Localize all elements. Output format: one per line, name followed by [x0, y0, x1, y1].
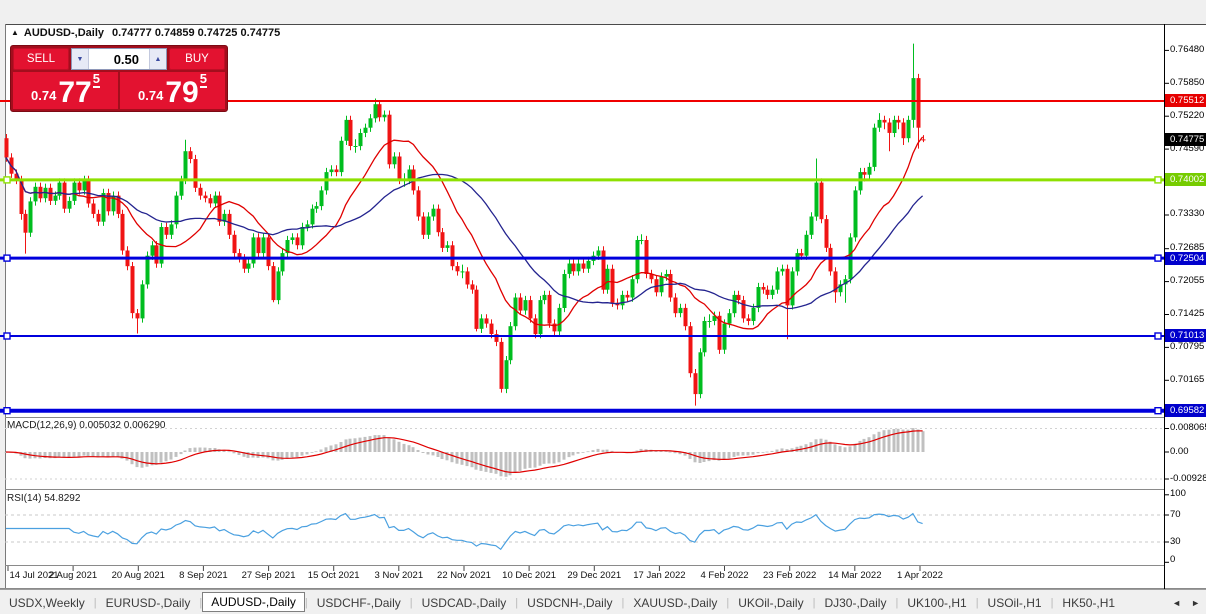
date-tick-label: 20 Aug 2021 [111, 570, 165, 581]
price-level-box: 0.72504 [1165, 251, 1206, 265]
date-tick-label: 4 Feb 2022 [700, 570, 749, 581]
price-tick-label: 0.70795 [1170, 340, 1205, 352]
buy-price-pip: 5 [199, 71, 207, 89]
tab-scroll-left-icon[interactable]: ◄ [1172, 598, 1181, 608]
chart-tab-dj30-daily[interactable]: DJ30-,Daily [815, 594, 895, 612]
chart-tab-usoil-h1[interactable]: USOil-,H1 [979, 594, 1051, 612]
buy-button[interactable]: BUY [169, 48, 225, 70]
price-tick-label: 0.72055 [1170, 275, 1205, 287]
price-tick-label: 0.73330 [1170, 208, 1205, 220]
chart-tab-usdcnh-daily[interactable]: USDCNH-,Daily [518, 594, 621, 612]
date-tick-label: 8 Sep 2021 [179, 570, 228, 581]
one-click-trading-panel: SELL ▼ ▲ BUY 0.74 77 5 0.74 79 5 [10, 45, 228, 112]
chart-tab-usdchf-daily[interactable]: USDCHF-,Daily [308, 594, 410, 612]
date-tick-label: 1 Apr 2022 [896, 570, 943, 581]
buy-price-big: 79 [165, 75, 199, 109]
price-axis: 0.76480 0.75850 0.75220 0.74590 0.73330 0.726… [1165, 24, 1206, 589]
sell-price-tile[interactable]: 0.74 77 5 [13, 71, 118, 109]
date-tick-label: 10 Dec 2021 [502, 570, 557, 581]
date-tick-label: 14 Mar 2022 [828, 570, 882, 581]
date-tick-label: 22 Nov 2021 [437, 570, 491, 581]
chart-tab-ukoil-daily[interactable]: UKOil-,Daily [729, 594, 812, 612]
rsi-indicator-label: RSI(14) 54.8292 [7, 493, 81, 504]
price-tick-label: 0.75850 [1170, 76, 1205, 88]
buy-price-tile[interactable]: 0.74 79 5 [120, 71, 225, 109]
price-level-box: 0.74002 [1165, 173, 1206, 187]
date-tick-label: 3 Nov 2021 [374, 570, 424, 581]
sell-price-big: 77 [58, 75, 92, 109]
buy-price-prefix: 0.74 [138, 88, 164, 104]
mt4-window: 5M30H1H4D1W1MN ▲AUDUSD-,Daily0.74777 0.7… [0, 0, 1206, 614]
chart-tab-usdcad-daily[interactable]: USDCAD-,Daily [413, 594, 516, 612]
price-tick-label: 0.71425 [1170, 307, 1205, 319]
sell-price-prefix: 0.74 [31, 88, 57, 104]
volume-increase-button[interactable]: ▲ [149, 49, 166, 69]
price-tick-label: 30 [1170, 535, 1181, 547]
date-tick-label: 2 Aug 2021 [49, 570, 98, 581]
date-tick-label: 27 Sep 2021 [241, 570, 296, 581]
price-level-box: 0.69582 [1165, 404, 1206, 418]
tab-scroll-right-icon[interactable]: ► [1191, 598, 1200, 608]
volume-stepper: ▼ ▲ [71, 48, 167, 70]
chart-tabs-bar: USDX,Weekly | EURUSD-,Daily | AUDUSD-,Daily |… [0, 589, 1206, 614]
chart-tab-uk100-h1[interactable]: UK100-,H1 [898, 594, 975, 612]
chart-tab-eurusd-daily[interactable]: EURUSD-,Daily [97, 594, 200, 612]
sell-price-pip: 5 [92, 71, 100, 89]
chart-tab-hk50-h1[interactable]: HK50-,H1 [1053, 594, 1124, 612]
chart-title: ▲ AUDUSD-,Daily 0.74777 0.74859 0.74725 0.… [11, 27, 280, 39]
chart-symbol-label: AUDUSD-,Daily [23, 27, 104, 39]
price-tick-label: 0 [1170, 553, 1176, 565]
collapse-triangle-icon: ▲ [11, 28, 19, 37]
sell-button[interactable]: SELL [13, 48, 69, 70]
time-axis: 14 Jul 2021 2 Aug 2021 20 Aug 2021 8 Sep 20… [0, 566, 1164, 588]
price-level-box: 0.74775 [1165, 132, 1206, 146]
volume-input[interactable] [89, 49, 149, 69]
date-tick-label: 23 Feb 2022 [762, 570, 817, 581]
price-tick-label: 0.00 [1170, 445, 1189, 457]
date-tick-label: 29 Dec 2021 [567, 570, 622, 581]
volume-decrease-button[interactable]: ▼ [72, 49, 89, 69]
date-tick-label: 15 Oct 2021 [307, 570, 360, 581]
price-level-box: 0.75512 [1165, 94, 1206, 108]
price-tick-label: -0.00928 [1170, 472, 1206, 484]
chart-tab-audusd-daily[interactable]: AUDUSD-,Daily [202, 591, 305, 612]
price-tick-label: 0.76480 [1170, 43, 1205, 55]
chart-tab-usdx-weekly[interactable]: USDX,Weekly [0, 594, 94, 612]
price-tick-label: 100 [1170, 488, 1186, 500]
tab-scroll-arrows: ◄ ► [1172, 598, 1200, 608]
price-tick-label: 0.70165 [1170, 373, 1205, 385]
price-tick-label: 0.008065 [1170, 422, 1206, 433]
price-level-box: 0.71013 [1165, 329, 1206, 343]
price-tick-label: 0.75220 [1170, 109, 1205, 121]
chart-ohlc-values: 0.74777 0.74859 0.74725 0.74775 [112, 27, 281, 39]
price-tick-label: 70 [1170, 508, 1181, 520]
date-tick-label: 17 Jan 2022 [633, 570, 686, 581]
chart-tab-xauusd-daily[interactable]: XAUUSD-,Daily [624, 594, 726, 612]
macd-indicator-label: MACD(12,26,9) 0.005032 0.006290 [7, 420, 166, 431]
